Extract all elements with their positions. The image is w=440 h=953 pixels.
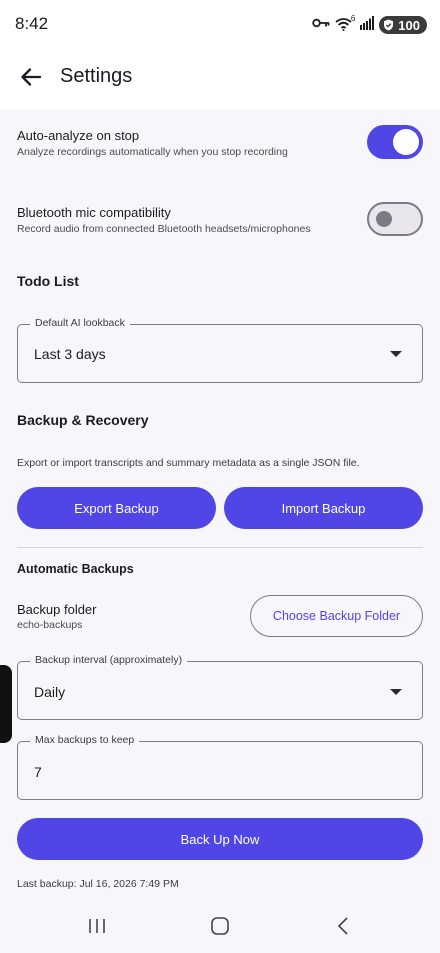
page-title: Settings xyxy=(60,65,133,87)
back-up-now-button[interactable]: Back Up Now xyxy=(17,818,423,860)
chevron-down-icon xyxy=(390,689,402,695)
signal-icon xyxy=(360,15,375,35)
todo-heading: Todo List xyxy=(17,273,79,289)
export-backup-button[interactable]: Export Backup xyxy=(17,487,216,529)
wifi-badge: 6 xyxy=(350,14,356,23)
automatic-backups-heading: Automatic Backups xyxy=(17,562,134,576)
nav-back-button[interactable] xyxy=(328,914,358,942)
home-icon xyxy=(210,916,230,941)
auto-analyze-subtitle: Analyze recordings automatically when yo… xyxy=(17,146,288,158)
status-icons: 6 100 xyxy=(312,14,427,35)
max-backups-label: Max backups to keep xyxy=(30,734,140,746)
bluetooth-toggle[interactable] xyxy=(367,202,423,236)
bluetooth-title: Bluetooth mic compatibility xyxy=(17,205,171,220)
auto-analyze-title: Auto-analyze on stop xyxy=(17,128,140,143)
backup-heading: Backup & Recovery xyxy=(17,412,149,428)
chevron-down-icon xyxy=(390,351,402,357)
edge-panel-handle[interactable] xyxy=(0,665,12,743)
auto-analyze-toggle[interactable] xyxy=(367,125,423,159)
recents-button[interactable] xyxy=(82,914,112,942)
arrow-left-icon xyxy=(20,67,42,92)
last-backup-text: Last backup: Jul 16, 2026 7:49 PM xyxy=(17,878,179,890)
backup-interval-dropdown[interactable]: Backup interval (approximately) Daily xyxy=(17,654,423,720)
settings-content: Auto-analyze on stop Analyze recordings … xyxy=(0,110,440,900)
back-button[interactable] xyxy=(14,62,48,96)
backup-description: Export or import transcripts and summary… xyxy=(17,457,360,469)
back-chevron-icon xyxy=(336,916,350,941)
backup-folder-title: Backup folder xyxy=(17,602,97,617)
system-nav-bar xyxy=(0,900,440,953)
toggle-knob xyxy=(376,211,392,227)
ai-lookback-value: Last 3 days xyxy=(34,346,106,362)
key-icon xyxy=(312,16,330,34)
ai-lookback-dropdown[interactable]: Default AI lookback Last 3 days xyxy=(17,317,423,383)
max-backups-value: 7 xyxy=(34,764,42,780)
status-bar: 8:42 6 100 xyxy=(0,0,440,48)
ai-lookback-label: Default AI lookback xyxy=(30,317,130,329)
choose-backup-folder-button[interactable]: Choose Backup Folder xyxy=(250,595,423,637)
bluetooth-subtitle: Record audio from connected Bluetooth he… xyxy=(17,223,311,235)
recents-icon xyxy=(88,918,106,939)
toggle-knob xyxy=(393,129,419,155)
divider xyxy=(17,547,423,548)
import-backup-button[interactable]: Import Backup xyxy=(224,487,423,529)
battery-level: 100 xyxy=(398,17,420,33)
status-time: 8:42 xyxy=(15,14,49,33)
max-backups-input[interactable]: Max backups to keep 7 xyxy=(17,734,423,800)
backup-interval-label: Backup interval (approximately) xyxy=(30,654,188,666)
wifi-icon: 6 xyxy=(335,14,356,33)
backup-interval-value: Daily xyxy=(34,684,66,700)
backup-folder-value: echo-backups xyxy=(17,619,83,631)
app-bar: Settings xyxy=(0,48,440,110)
battery-icon: 100 xyxy=(379,16,427,34)
home-button[interactable] xyxy=(205,914,235,942)
